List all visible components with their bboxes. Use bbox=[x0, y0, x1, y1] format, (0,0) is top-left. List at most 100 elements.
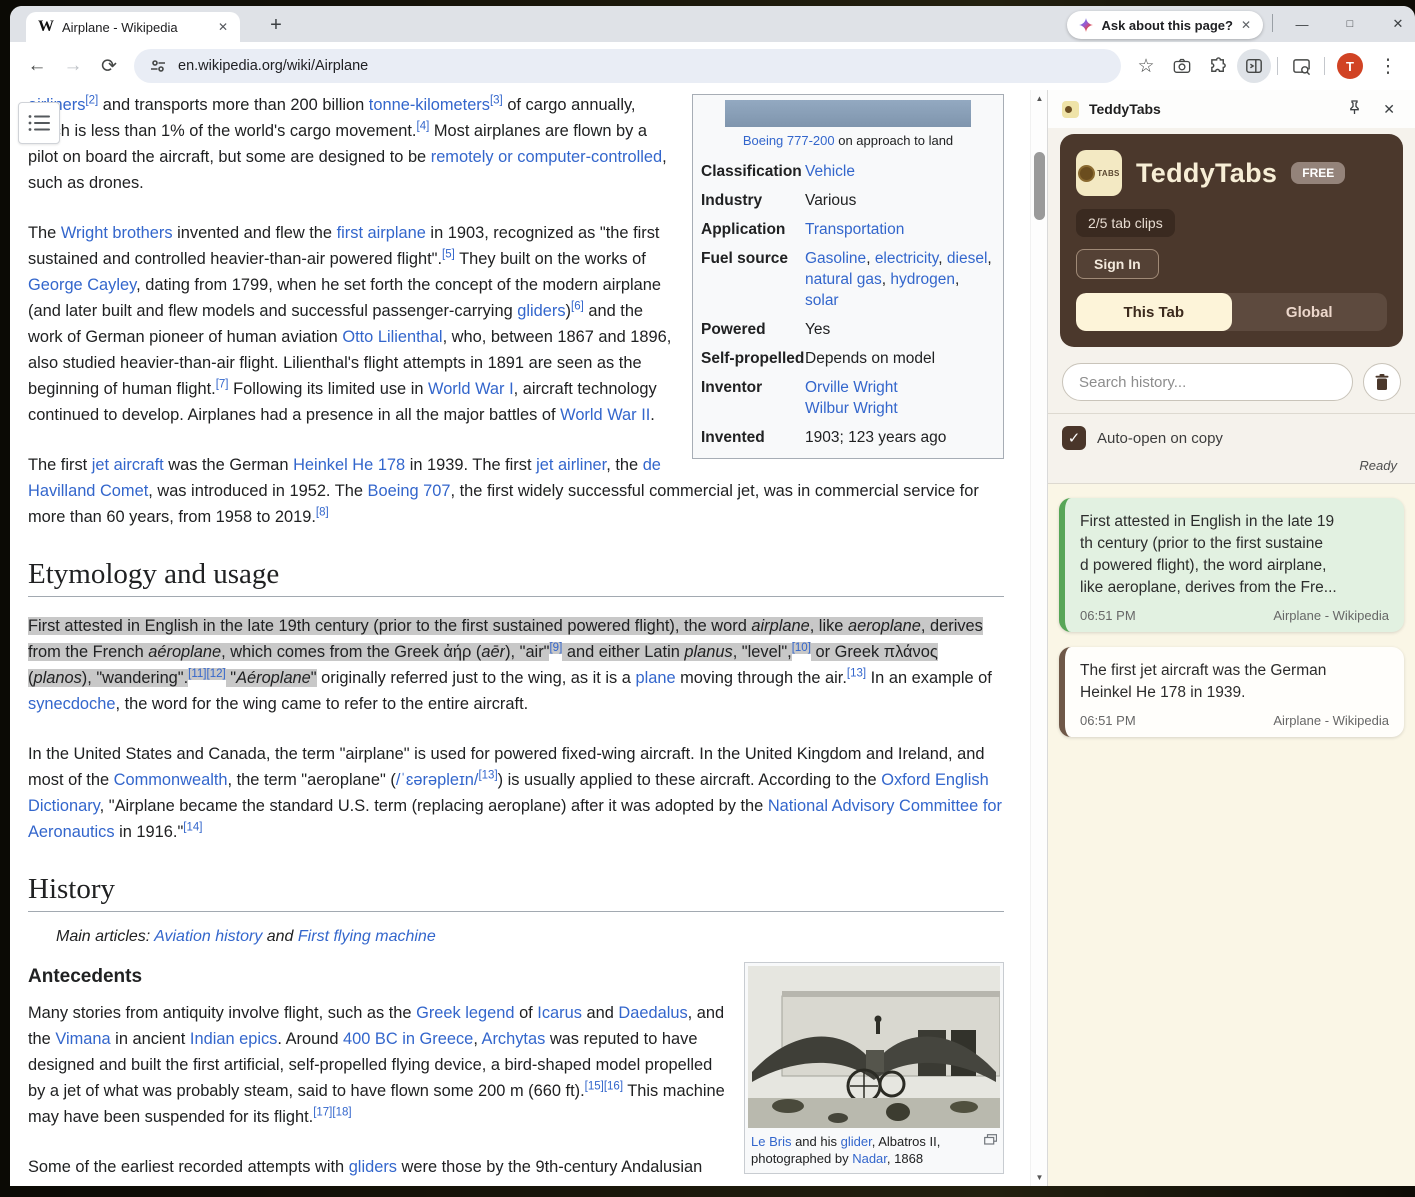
wiki-link[interactable]: diesel bbox=[947, 250, 988, 267]
wiki-link[interactable]: first airplane bbox=[337, 224, 426, 242]
menu-kebab-icon[interactable]: ⋮ bbox=[1371, 49, 1405, 83]
reference-link[interactable]: [6] bbox=[571, 301, 584, 313]
panel-close-icon[interactable]: ✕ bbox=[1377, 101, 1401, 118]
lebris-glider-image[interactable] bbox=[748, 966, 1000, 1128]
wiki-link[interactable]: Aviation history bbox=[154, 928, 262, 945]
wiki-link[interactable]: Orville Wright bbox=[805, 379, 898, 396]
expand-image-icon[interactable] bbox=[984, 1134, 997, 1145]
wiki-link[interactable]: First flying machine bbox=[298, 928, 436, 945]
wiki-link[interactable]: Vehicle bbox=[805, 163, 855, 180]
pin-icon[interactable] bbox=[1342, 100, 1367, 118]
infobox-image[interactable] bbox=[725, 100, 971, 127]
wiki-link[interactable]: Otto Lilienthal bbox=[342, 328, 442, 346]
side-panel-icon[interactable] bbox=[1237, 49, 1271, 83]
clip-card[interactable]: First attested in English in the late 19… bbox=[1059, 498, 1404, 632]
wiki-link[interactable]: Heinkel He 178 bbox=[293, 456, 405, 474]
wiki-link[interactable]: Gasoline bbox=[805, 250, 866, 267]
wiki-link[interactable]: solar bbox=[805, 292, 839, 309]
reference-link[interactable]: [8] bbox=[316, 507, 329, 519]
wiki-link[interactable]: Icarus bbox=[537, 1004, 582, 1022]
wiki-link[interactable]: Daedalus bbox=[618, 1004, 687, 1022]
reference-link[interactable]: [10] bbox=[792, 642, 811, 654]
clip-card[interactable]: The first jet aircraft was the German He… bbox=[1059, 647, 1404, 737]
site-info-icon[interactable] bbox=[150, 58, 166, 74]
wiki-link[interactable]: Wilbur Wright bbox=[805, 400, 898, 417]
wiki-link[interactable]: Abbas ibn Firnas bbox=[218, 1184, 341, 1186]
screenshot-camera-icon[interactable] bbox=[1165, 49, 1199, 83]
reference-link[interactable]: [4] bbox=[417, 121, 430, 133]
reference-link[interactable]: [16] bbox=[604, 1081, 623, 1093]
wiki-link[interactable]: plane bbox=[635, 669, 675, 687]
minimize-button[interactable]: — bbox=[1293, 17, 1311, 32]
back-button[interactable]: ← bbox=[20, 49, 54, 83]
wiki-link[interactable]: Vimana bbox=[55, 1030, 110, 1048]
ask-close-icon[interactable]: ✕ bbox=[1241, 18, 1251, 32]
maximize-button[interactable]: □ bbox=[1341, 18, 1359, 30]
wiki-link[interactable]: remotely or computer-controlled bbox=[431, 148, 662, 166]
search-input[interactable] bbox=[1062, 363, 1353, 401]
bookmark-star-icon[interactable]: ☆ bbox=[1129, 49, 1163, 83]
forward-button[interactable]: → bbox=[56, 49, 90, 83]
tab-global[interactable]: Global bbox=[1232, 293, 1388, 331]
reference-link[interactable]: [17] bbox=[313, 1107, 332, 1119]
wiki-link[interactable]: jet airliner bbox=[536, 456, 606, 474]
wiki-link[interactable]: Indian epics bbox=[190, 1030, 277, 1048]
scrollbar-thumb[interactable] bbox=[1034, 152, 1045, 220]
reference-link[interactable]: [13] bbox=[478, 770, 497, 782]
reference-link[interactable]: [5] bbox=[442, 249, 455, 261]
wiki-link[interactable]: jet aircraft bbox=[92, 456, 164, 474]
infobox-label: Inventor bbox=[701, 377, 805, 419]
wiki-link[interactable]: tonne-kilometers bbox=[369, 96, 490, 114]
wiki-link[interactable]: Boeing 777-200 bbox=[743, 133, 835, 148]
wiki-link[interactable]: Nadar bbox=[852, 1151, 887, 1166]
tab-close-icon[interactable]: ✕ bbox=[214, 18, 232, 36]
reference-link[interactable]: [3] bbox=[490, 95, 503, 107]
wiki-link[interactable]: glider bbox=[841, 1134, 872, 1149]
scroll-up-arrow[interactable]: ▲ bbox=[1031, 94, 1048, 103]
wiki-link[interactable]: Le Bris bbox=[751, 1134, 791, 1149]
reference-link[interactable]: [13] bbox=[847, 668, 866, 680]
wiki-link[interactable]: George Cayley bbox=[28, 276, 136, 294]
address-bar[interactable]: en.wikipedia.org/wiki/Airplane bbox=[134, 49, 1121, 83]
wiki-link[interactable]: Boeing 707 bbox=[368, 482, 451, 500]
wiki-link[interactable]: natural gas bbox=[805, 271, 882, 288]
browser-tab[interactable]: W Airplane - Wikipedia ✕ bbox=[26, 12, 240, 42]
wiki-link[interactable]: electricity bbox=[875, 250, 938, 267]
wiki-link[interactable]: gliders bbox=[517, 302, 565, 320]
wiki-link[interactable]: synecdoche bbox=[28, 695, 115, 713]
extensions-icon[interactable] bbox=[1201, 49, 1235, 83]
wiki-link[interactable]: Wright brothers bbox=[61, 224, 173, 242]
clear-history-button[interactable] bbox=[1363, 363, 1401, 401]
reference-link[interactable]: [11] bbox=[188, 668, 206, 680]
new-tab-button[interactable]: + bbox=[262, 11, 290, 39]
wiki-link[interactable]: gliders bbox=[349, 1158, 397, 1176]
reference-link[interactable]: [9] bbox=[549, 642, 562, 654]
wiki-link[interactable]: Transportation bbox=[805, 221, 904, 238]
reload-button[interactable]: ⟳ bbox=[92, 49, 126, 83]
ask-about-page-button[interactable]: Ask about this page? ✕ bbox=[1067, 11, 1263, 39]
wiki-link[interactable]: /ˈɛərəpleɪn/ bbox=[396, 771, 479, 789]
reference-link[interactable]: [15] bbox=[585, 1081, 604, 1093]
reference-link[interactable]: [2] bbox=[85, 95, 98, 107]
clip-text: The first jet aircraft was the German He… bbox=[1080, 660, 1389, 704]
wiki-link[interactable]: Commonwealth bbox=[114, 771, 228, 789]
wiki-link[interactable]: hydrogen bbox=[890, 271, 955, 288]
scroll-down-arrow[interactable]: ▼ bbox=[1031, 1173, 1048, 1182]
auto-open-checkbox[interactable]: ✓ bbox=[1062, 426, 1086, 450]
reference-link[interactable]: [7] bbox=[216, 379, 229, 391]
reference-link[interactable]: [12] bbox=[207, 668, 226, 680]
wiki-link[interactable]: 400 BC in Greece bbox=[343, 1030, 473, 1048]
page-scrollbar[interactable]: ▲ ▼ bbox=[1030, 90, 1047, 1186]
reference-link[interactable]: [18] bbox=[332, 1107, 351, 1119]
tab-this-tab[interactable]: This Tab bbox=[1076, 293, 1232, 331]
wiki-link[interactable]: Archytas bbox=[482, 1030, 546, 1048]
reference-link[interactable]: [14] bbox=[183, 822, 202, 834]
toc-button[interactable] bbox=[18, 102, 60, 144]
wiki-link[interactable]: Greek legend bbox=[416, 1004, 514, 1022]
sidebar-search-icon[interactable] bbox=[1284, 49, 1318, 83]
wiki-link[interactable]: World War II bbox=[560, 406, 650, 424]
window-close-button[interactable]: ✕ bbox=[1389, 16, 1407, 32]
profile-avatar[interactable]: T bbox=[1337, 53, 1363, 79]
sign-in-button[interactable]: Sign In bbox=[1076, 249, 1159, 279]
wiki-link[interactable]: World War I bbox=[428, 380, 514, 398]
